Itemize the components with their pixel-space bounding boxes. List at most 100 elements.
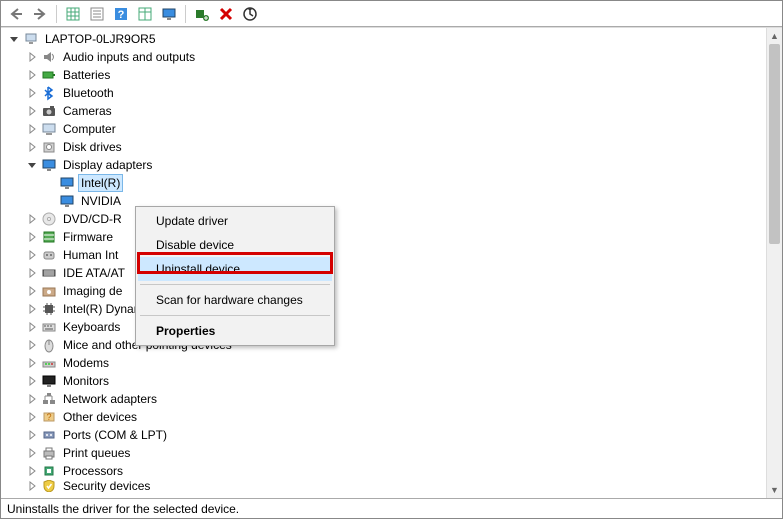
status-bar: Uninstalls the driver for the selected d… [1, 498, 782, 518]
computer-icon [41, 121, 57, 137]
uninstall-button[interactable] [215, 3, 237, 25]
tree-category[interactable]: DVD/CD-R [1, 210, 766, 228]
properties-button[interactable] [86, 3, 108, 25]
chevron-right-icon[interactable] [25, 392, 39, 406]
chevron-right-icon[interactable] [25, 140, 39, 154]
tree-node-label: Ports (COM & LPT) [61, 427, 169, 443]
computer-root-icon [23, 31, 39, 47]
tree-node-label: Monitors [61, 373, 111, 389]
tree-category[interactable]: Batteries [1, 66, 766, 84]
firmware-icon [41, 229, 57, 245]
forward-button[interactable] [29, 3, 51, 25]
scroll-down-arrow-icon[interactable]: ▼ [767, 482, 782, 498]
tree-device[interactable]: Intel(R) [1, 174, 766, 192]
back-button[interactable] [5, 3, 27, 25]
chevron-right-icon[interactable] [25, 356, 39, 370]
scan-button[interactable] [158, 3, 180, 25]
tree-device[interactable]: NVIDIA [1, 192, 766, 210]
tree-category[interactable]: Modems [1, 354, 766, 372]
tree-category[interactable]: Bluetooth [1, 84, 766, 102]
context-menu-item[interactable]: Update driver [138, 209, 332, 233]
back-arrow-icon [8, 6, 24, 22]
vertical-scrollbar[interactable]: ▲ ▼ [766, 28, 782, 498]
tree-node-label: LAPTOP-0LJR9OR5 [43, 31, 158, 47]
ide-icon [41, 265, 57, 281]
tree-category[interactable]: Intel(R) Dynamic Platform and Thermal Fr… [1, 300, 766, 318]
bluetooth-icon [41, 85, 57, 101]
context-menu-item[interactable]: Disable device [138, 233, 332, 257]
x-icon [218, 6, 234, 22]
disk-icon [41, 139, 57, 155]
chevron-right-icon[interactable] [25, 284, 39, 298]
tree-category[interactable]: Disk drives [1, 138, 766, 156]
chip-icon [41, 301, 57, 317]
scroll-up-arrow-icon[interactable]: ▲ [767, 28, 782, 44]
tree-category[interactable]: IDE ATA/AT [1, 264, 766, 282]
chevron-right-icon[interactable] [25, 446, 39, 460]
tree-node-label: Disk drives [61, 139, 124, 155]
tree-category[interactable]: Security devices [1, 480, 766, 492]
device-tree[interactable]: LAPTOP-0LJR9OR5Audio inputs and outputsB… [1, 28, 766, 498]
chevron-right-icon[interactable] [25, 68, 39, 82]
tree-category[interactable]: Human Int [1, 246, 766, 264]
chevron-right-icon[interactable] [25, 248, 39, 262]
tree-node-label: Modems [61, 355, 111, 371]
tree-category[interactable]: Firmware [1, 228, 766, 246]
display-icon [59, 193, 75, 209]
chevron-right-icon[interactable] [25, 230, 39, 244]
context-menu-separator [140, 284, 330, 285]
network-icon [41, 391, 57, 407]
status-text: Uninstalls the driver for the selected d… [7, 502, 239, 516]
chevron-right-icon[interactable] [25, 410, 39, 424]
security-icon [41, 480, 57, 492]
tree-category[interactable]: Keyboards [1, 318, 766, 336]
printer-icon [41, 445, 57, 461]
tree-node-label: Audio inputs and outputs [61, 49, 197, 65]
update-driver-button[interactable] [239, 3, 261, 25]
chevron-right-icon[interactable] [25, 122, 39, 136]
monitor-scan-icon [161, 6, 177, 22]
chevron-right-icon[interactable] [25, 212, 39, 226]
tree-category[interactable]: Ports (COM & LPT) [1, 426, 766, 444]
tree-category[interactable]: Audio inputs and outputs [1, 48, 766, 66]
chevron-right-icon[interactable] [25, 266, 39, 280]
other-icon: ? [41, 409, 57, 425]
tree-category[interactable]: Network adapters [1, 390, 766, 408]
chevron-right-icon[interactable] [25, 104, 39, 118]
tree-category[interactable]: Computer [1, 120, 766, 138]
add-device-icon [194, 6, 210, 22]
show-hidden-button[interactable] [62, 3, 84, 25]
chevron-right-icon[interactable] [25, 338, 39, 352]
tree-category[interactable]: ?Other devices [1, 408, 766, 426]
tree-category[interactable]: Mice and other pointing devices [1, 336, 766, 354]
chevron-right-icon[interactable] [25, 302, 39, 316]
tree-root[interactable]: LAPTOP-0LJR9OR5 [1, 30, 766, 48]
chevron-right-icon[interactable] [25, 374, 39, 388]
toolbar-separator [56, 5, 57, 23]
chevron-down-icon[interactable] [25, 158, 39, 172]
chevron-right-icon[interactable] [25, 428, 39, 442]
camera-icon [41, 103, 57, 119]
tree-category[interactable]: Cameras [1, 102, 766, 120]
tree-category[interactable]: Processors [1, 462, 766, 480]
add-legacy-button[interactable] [191, 3, 213, 25]
help-button[interactable]: ? [110, 3, 132, 25]
action-button[interactable] [134, 3, 156, 25]
tree-node-label: Firmware [61, 229, 115, 245]
chevron-right-icon[interactable] [25, 86, 39, 100]
table-icon [137, 6, 153, 22]
tree-category[interactable]: Imaging de [1, 282, 766, 300]
tree-category[interactable]: Display adapters [1, 156, 766, 174]
context-menu-item[interactable]: Scan for hardware changes [138, 288, 332, 312]
tree-node-label: Keyboards [61, 319, 122, 335]
tree-category[interactable]: Print queues [1, 444, 766, 462]
tree-category[interactable]: Monitors [1, 372, 766, 390]
context-menu-item[interactable]: Properties [138, 319, 332, 343]
chevron-down-icon[interactable] [7, 32, 21, 46]
chevron-right-icon[interactable] [25, 50, 39, 64]
chevron-right-icon[interactable] [25, 320, 39, 334]
chevron-right-icon[interactable] [25, 480, 39, 492]
context-menu-item[interactable]: Uninstall device [138, 257, 332, 281]
chevron-right-icon[interactable] [25, 464, 39, 478]
scrollbar-thumb[interactable] [769, 44, 780, 244]
